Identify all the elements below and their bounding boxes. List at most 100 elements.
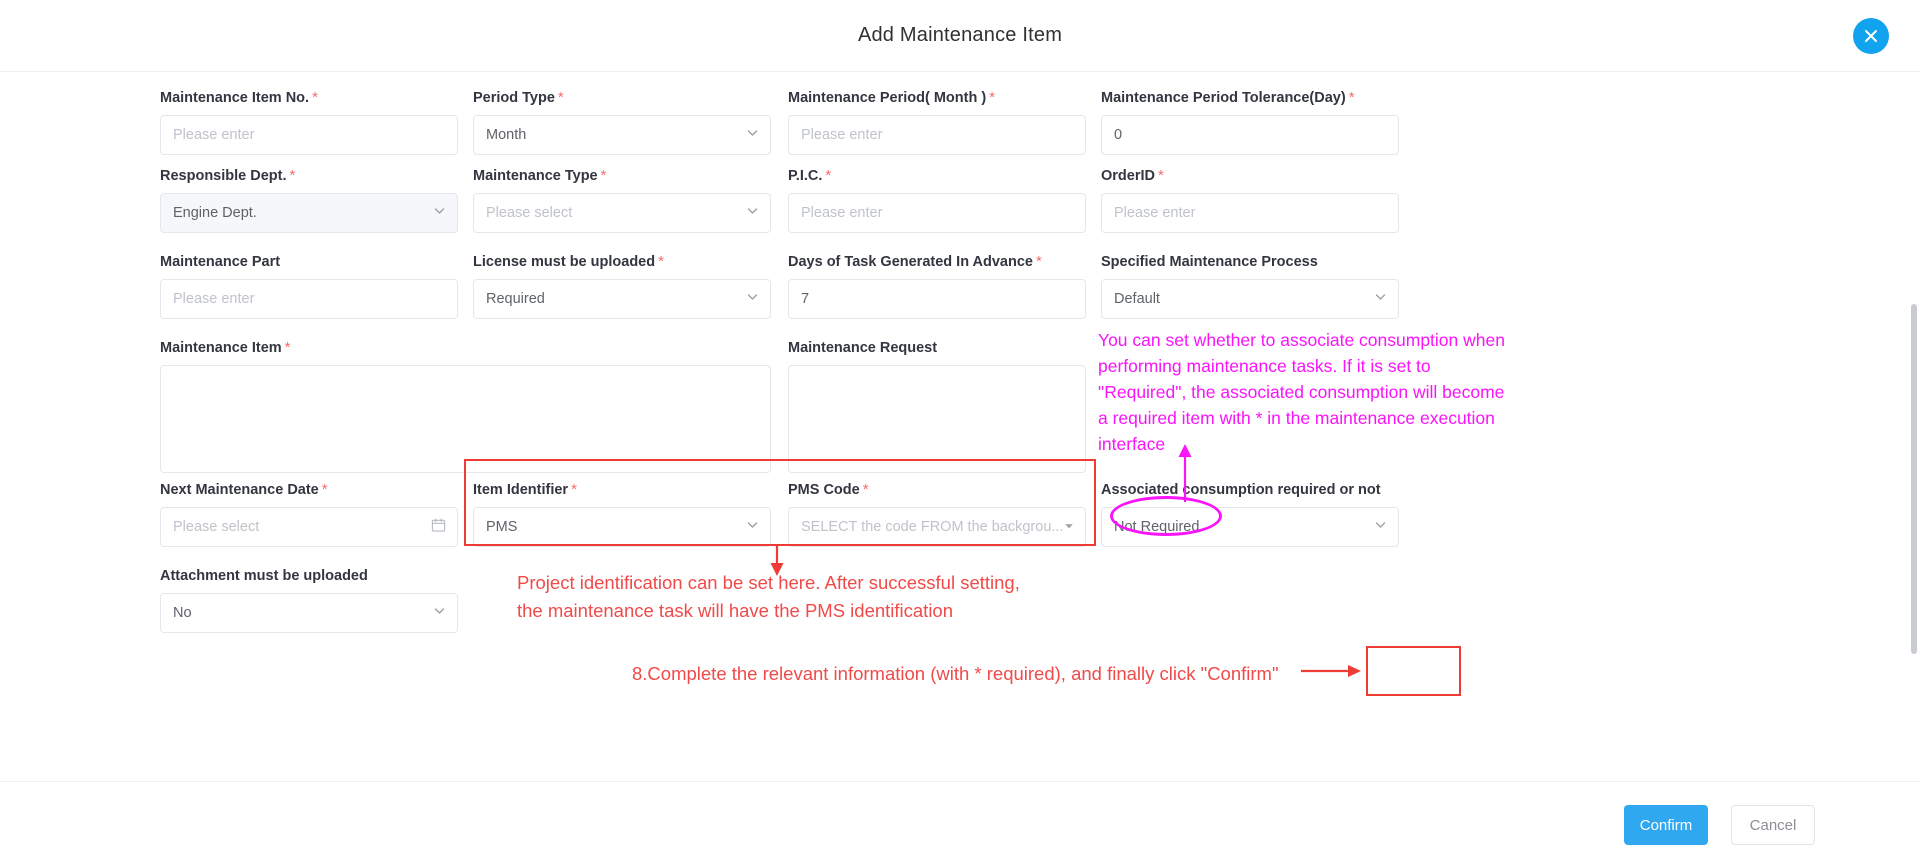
field-associated-consumption: Associated consumption required or not N… <box>1101 482 1399 547</box>
field-label: Maintenance Part <box>160 254 281 270</box>
field-label: Next Maintenance Date * <box>160 481 328 499</box>
orderid-input[interactable]: Please enter <box>1101 193 1399 233</box>
form-row: Next Maintenance Date * Please select It… <box>160 482 1560 568</box>
field-label: Maintenance Item No. * <box>160 89 318 107</box>
field-pms-code: PMS Code * SELECT the code FROM the backg… <box>788 482 1086 547</box>
associated-consumption-value: Not Required <box>1114 519 1200 535</box>
field-attachment-must-be-uploaded: Attachment must be uploaded No <box>160 568 458 633</box>
maintenance-period-tolerance-input[interactable]: 0 <box>1101 115 1399 155</box>
field-maintenance-item: Maintenance Item * <box>160 340 771 473</box>
associated-consumption-select[interactable]: Not Required <box>1101 507 1399 547</box>
close-glyph-icon <box>1865 30 1877 42</box>
required-marker: * <box>321 481 328 498</box>
days-of-task-generated-input[interactable]: 7 <box>788 279 1086 319</box>
field-label: P.I.C. * <box>788 167 832 185</box>
field-maintenance-item-no: Maintenance Item No. * Please enter <box>160 90 458 155</box>
required-marker: * <box>1348 89 1355 106</box>
field-maintenance-request: Maintenance Request <box>788 340 1086 473</box>
field-next-maintenance-date: Next Maintenance Date * Please select <box>160 482 458 547</box>
add-maintenance-item-dialog: Add Maintenance Item Maintenance Item No… <box>0 0 1920 867</box>
form-row: Responsible Dept. * Engine Dept. Maintena… <box>160 168 1560 254</box>
attachment-value: No <box>173 605 192 621</box>
required-marker: * <box>284 339 291 356</box>
pic-input[interactable]: Please enter <box>788 193 1086 233</box>
field-maintenance-part: Maintenance Part Please enter <box>160 254 458 319</box>
period-type-value: Month <box>486 127 527 143</box>
chevron-down-icon <box>433 205 446 222</box>
dialog-body: Maintenance Item No. * Please enter Perio… <box>0 72 1920 780</box>
maintenance-item-textarea[interactable] <box>160 365 771 473</box>
maintenance-type-value: Please select <box>486 205 573 221</box>
required-marker: * <box>989 89 996 106</box>
item-identifier-select[interactable]: PMS <box>473 507 771 547</box>
field-specified-maintenance-process: Specified Maintenance Process Default <box>1101 254 1399 319</box>
field-label: Maintenance Request <box>788 340 938 356</box>
chevron-down-icon <box>746 519 759 536</box>
field-label: Maintenance Type * <box>473 167 607 185</box>
field-label: OrderID * <box>1101 167 1164 185</box>
required-marker: * <box>600 167 607 184</box>
field-label: Days of Task Generated In Advance * <box>788 253 1042 271</box>
maintenance-part-input[interactable]: Please enter <box>160 279 458 319</box>
required-marker: * <box>312 89 318 106</box>
field-label: PMS Code * <box>788 481 869 499</box>
field-label: Attachment must be uploaded <box>160 568 368 584</box>
specified-maintenance-process-select[interactable]: Default <box>1101 279 1399 319</box>
field-label: Maintenance Period( Month ) * <box>788 89 996 107</box>
required-marker: * <box>1035 253 1042 270</box>
form-row: Maintenance Item No. * Please enter Perio… <box>160 90 1560 168</box>
form-row: Attachment must be uploaded No <box>160 568 1560 654</box>
page-title: Add Maintenance Item <box>857 24 1063 46</box>
chevron-down-icon <box>1374 291 1387 308</box>
attachment-must-be-uploaded-select[interactable]: No <box>160 593 458 633</box>
required-marker: * <box>658 253 664 270</box>
next-maintenance-date-value: Please select <box>173 519 260 535</box>
chevron-down-icon <box>1374 519 1387 536</box>
dialog-header: Add Maintenance Item <box>0 0 1920 72</box>
field-maintenance-type: Maintenance Type * Please select <box>473 168 771 233</box>
maintenance-form: Maintenance Item No. * Please enter Perio… <box>160 90 1560 654</box>
field-maintenance-period-month: Maintenance Period( Month ) * Please ente… <box>788 90 1086 155</box>
responsible-dept-select[interactable]: Engine Dept. <box>160 193 458 233</box>
close-icon[interactable] <box>1853 18 1889 54</box>
confirm-button[interactable]: Confirm <box>1624 805 1708 845</box>
required-marker: * <box>557 89 564 106</box>
field-label: Maintenance Period Tolerance(Day) * <box>1101 89 1355 107</box>
caret-down-icon <box>1064 519 1074 535</box>
chevron-down-icon <box>746 205 759 222</box>
form-row: Maintenance Item * Maintenance Request <box>160 340 1560 482</box>
period-type-select[interactable]: Month <box>473 115 771 155</box>
field-label: Responsible Dept. * <box>160 167 296 185</box>
field-maintenance-period-tolerance: Maintenance Period Tolerance(Day) * 0 <box>1101 90 1399 155</box>
field-label: Specified Maintenance Process <box>1101 254 1318 270</box>
field-label: Period Type * <box>473 89 564 107</box>
required-marker: * <box>1158 167 1164 184</box>
cancel-button[interactable]: Cancel <box>1731 805 1815 845</box>
chevron-down-icon <box>746 291 759 308</box>
maintenance-period-input[interactable]: Please enter <box>788 115 1086 155</box>
item-identifier-value: PMS <box>486 519 518 535</box>
dialog-footer: Confirm Cancel <box>0 781 1920 867</box>
form-row: Maintenance Part Please enter License mu… <box>160 254 1560 340</box>
pms-code-value: SELECT the code FROM the backgrou... <box>801 519 1064 535</box>
maintenance-type-select[interactable]: Please select <box>473 193 771 233</box>
calendar-icon <box>431 518 446 537</box>
field-item-identifier: Item Identifier * PMS <box>473 482 771 547</box>
license-must-be-uploaded-select[interactable]: Required <box>473 279 771 319</box>
field-label: Maintenance Item * <box>160 339 291 357</box>
required-marker: * <box>571 481 577 498</box>
field-label: License must be uploaded * <box>473 253 664 271</box>
field-days-of-task-generated-in-advance: Days of Task Generated In Advance * 7 <box>788 254 1086 319</box>
field-period-type: Period Type * Month <box>473 90 771 155</box>
pms-code-select[interactable]: SELECT the code FROM the backgrou... <box>788 507 1086 547</box>
maintenance-request-textarea[interactable] <box>788 365 1086 473</box>
license-value: Required <box>486 291 545 307</box>
required-marker: * <box>825 167 832 184</box>
vertical-scrollbar[interactable] <box>1911 304 1917 654</box>
field-responsible-dept: Responsible Dept. * Engine Dept. <box>160 168 458 233</box>
next-maintenance-date-picker[interactable]: Please select <box>160 507 458 547</box>
specified-process-value: Default <box>1114 291 1160 307</box>
required-marker: * <box>289 167 296 184</box>
maintenance-item-no-input[interactable]: Please enter <box>160 115 458 155</box>
chevron-down-icon <box>746 127 759 144</box>
